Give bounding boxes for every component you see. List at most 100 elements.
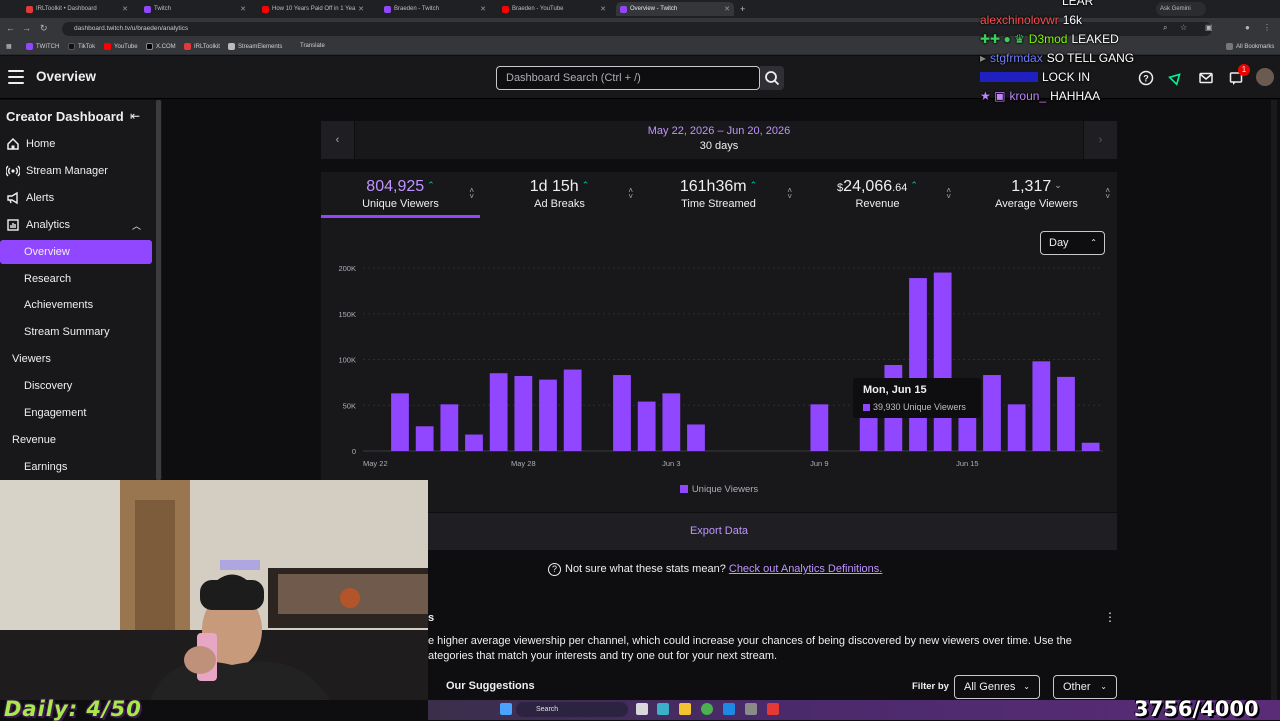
bookmark-streamelements[interactable]: StreamElements [228, 43, 282, 50]
chart-bar[interactable] [810, 404, 829, 451]
chart-bar[interactable] [539, 379, 557, 451]
sidebar-item-analytics[interactable]: Analytics ︿ [0, 213, 152, 237]
chart-bar[interactable] [514, 375, 533, 451]
chrome-icon[interactable] [701, 703, 713, 715]
chart-bar[interactable] [1032, 361, 1051, 451]
sidebar-item-earnings[interactable]: Earnings [0, 455, 152, 479]
dashboard-search-input[interactable]: Dashboard Search (Ctrl + /) [496, 66, 760, 90]
chart-bar[interactable] [415, 426, 434, 451]
task-view-icon[interactable] [636, 703, 648, 715]
stat-unique-viewers[interactable]: 804,925 ⌃ Unique Viewers ˄ ˅ [321, 172, 480, 218]
taskbar-search[interactable]: Search [516, 702, 628, 717]
menu-icon[interactable]: ⋮ [1263, 23, 1271, 32]
bookmark-label: StreamElements [238, 43, 283, 50]
ask-gemini-button[interactable]: Ask Gemini [1156, 2, 1206, 16]
close-icon[interactable]: ✕ [358, 5, 364, 13]
browser-tab[interactable]: Braeden - Twitch ✕ [380, 2, 490, 16]
sidebar-item-engagement[interactable]: Engagement [0, 401, 152, 425]
close-icon[interactable]: ✕ [122, 5, 128, 13]
next-period-button[interactable]: › [1083, 121, 1117, 159]
sidebar-item-discovery[interactable]: Discovery [0, 374, 152, 398]
windows-start-icon[interactable] [500, 703, 512, 715]
genre-filter-dropdown[interactable]: All Genres ⌄ [954, 675, 1040, 699]
browser-tab[interactable]: Braeden - YouTube ✕ [498, 2, 610, 16]
file-explorer-icon[interactable] [679, 703, 691, 715]
stat-revenue[interactable]: $24,066.64 ⌃ Revenue ˄ ˅ [798, 172, 957, 218]
back-icon[interactable]: ← [6, 23, 15, 33]
chart-bar[interactable] [662, 393, 681, 451]
more-options-icon[interactable]: ⋮ [1104, 610, 1116, 624]
sidebar-item-home[interactable]: Home [0, 132, 152, 156]
app-icon[interactable] [745, 703, 757, 715]
sidebar-item-overview[interactable]: Overview [0, 240, 152, 264]
close-icon[interactable]: ✕ [724, 5, 730, 13]
profile-icon[interactable]: ● [1245, 23, 1250, 32]
chart-bar[interactable] [465, 434, 483, 451]
close-icon[interactable]: ✕ [240, 5, 246, 13]
close-icon[interactable]: ✕ [600, 5, 606, 13]
bookmark-x[interactable]: X.COM [146, 43, 176, 50]
close-icon[interactable]: ✕ [480, 5, 486, 13]
chart-bar[interactable] [909, 278, 927, 451]
chart-bar[interactable] [687, 424, 705, 451]
stat-average-viewers[interactable]: 1,317 ⌄ Average Viewers ˄ ˅ [957, 172, 1116, 218]
hamburger-menu-icon[interactable] [8, 70, 24, 84]
browser-tab[interactable]: How 10 Years Paid Off in 1 Yea ✕ [258, 2, 368, 16]
interval-select[interactable]: Day ⌃ [1040, 231, 1105, 255]
sidebar-scrollbar[interactable] [156, 100, 161, 480]
chart-bar[interactable] [563, 369, 582, 451]
help-icon[interactable]: ? [1138, 70, 1154, 86]
sidebar-item-revenue[interactable]: Revenue [0, 428, 152, 452]
edge-icon[interactable] [723, 703, 735, 715]
browser-tab[interactable]: Twitch ✕ [140, 2, 250, 16]
sidebar-item-viewers[interactable]: Viewers [0, 347, 152, 371]
bookmark-star-icon[interactable]: ☆ [1180, 23, 1187, 32]
other-filter-dropdown[interactable]: Other ⌄ [1053, 675, 1117, 699]
apps-icon[interactable]: ▦ [6, 43, 12, 50]
chart-bar[interactable] [637, 401, 656, 451]
chart-bar[interactable] [440, 404, 459, 451]
sidebar-item-alerts[interactable]: Alerts [0, 186, 152, 210]
extensions-icon[interactable]: ▣ [1205, 23, 1213, 32]
export-data-button[interactable]: Export Data [321, 513, 1117, 550]
stat-ad-breaks[interactable]: 1d 15h ⌃ Ad Breaks ˄ ˅ [480, 172, 639, 218]
stat-time-streamed[interactable]: 161h36m ⌃ Time Streamed ˄ ˅ [639, 172, 798, 218]
chart-bar[interactable] [391, 393, 409, 451]
chart-bar[interactable] [613, 375, 631, 451]
browser-tab[interactable]: IRLToolkit • Dashboard ✕ [22, 2, 132, 16]
avatar[interactable] [1256, 68, 1274, 86]
collapse-sidebar-icon[interactable]: ⇤ [130, 109, 140, 123]
analytics-definitions-link[interactable]: Check out Analytics Definitions. [729, 563, 882, 575]
chart-bar[interactable] [859, 418, 878, 451]
inbox-icon[interactable] [1198, 70, 1214, 86]
sidebar-item-stream-manager[interactable]: Stream Manager [0, 159, 152, 183]
page-scrollbar[interactable] [1271, 100, 1277, 700]
bookmark-tiktok[interactable]: TikTok [68, 43, 95, 50]
new-tab-button[interactable]: + [736, 2, 750, 16]
reload-icon[interactable]: ↻ [40, 23, 48, 34]
date-range-label[interactable]: May 22, 2026 – Jun 20, 2026 [321, 125, 1117, 137]
chart-legend[interactable]: Unique Viewers [321, 484, 1117, 495]
chart-bar[interactable] [983, 375, 1001, 451]
chart-bar[interactable] [1007, 404, 1026, 451]
bookmark-twitch[interactable]: TWITCH [26, 43, 59, 50]
chart-bar[interactable] [933, 272, 952, 451]
sidebar-item-stream-summary[interactable]: Stream Summary [0, 320, 152, 344]
bookmark-translate[interactable]: Translate [300, 43, 325, 49]
chart-bar[interactable] [489, 373, 508, 451]
bookmark-irltoolkit[interactable]: IRLToolkit [184, 43, 220, 50]
chart-bar[interactable] [1081, 442, 1100, 451]
chart-bar[interactable] [1057, 376, 1075, 451]
sidebar-item-research[interactable]: Research [0, 267, 152, 291]
sidebar-item-achievements[interactable]: Achievements [0, 293, 152, 317]
forward-icon[interactable]: → [22, 23, 31, 33]
all-bookmarks[interactable]: All Bookmarks [1226, 43, 1274, 50]
chart-bar[interactable] [958, 414, 977, 451]
app-icon[interactable] [767, 703, 779, 715]
zoom-icon[interactable]: ⌕ [1163, 23, 1167, 33]
browser-tab-active[interactable]: Overview - Twitch ✕ [616, 2, 734, 16]
app-icon[interactable] [657, 703, 669, 715]
bookmark-youtube[interactable]: YouTube [104, 43, 138, 50]
crown-icon[interactable] [1168, 70, 1184, 86]
search-button[interactable] [760, 66, 784, 90]
